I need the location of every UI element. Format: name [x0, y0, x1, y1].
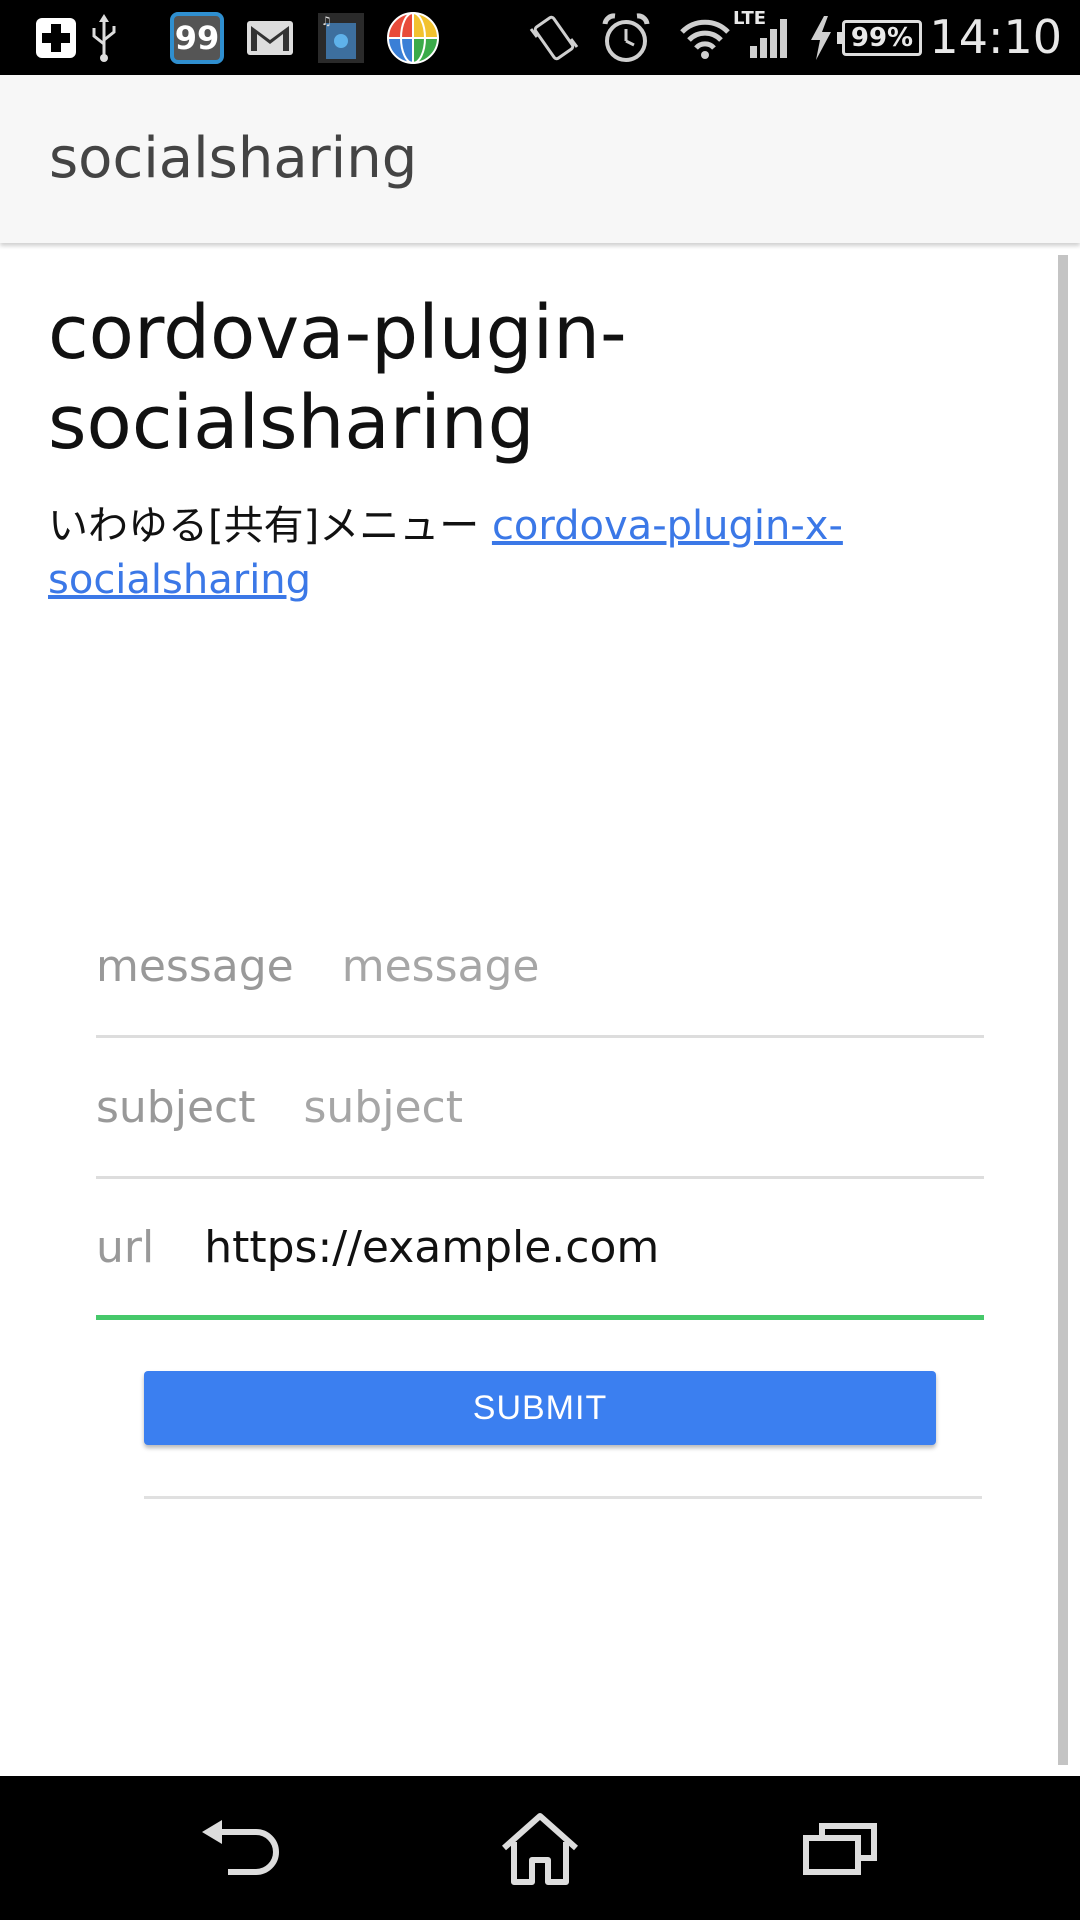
intro-paragraph: いわゆる[共有]メニュー cordova-plugin-x-socialshar… [48, 499, 928, 607]
plus-app-icon [28, 0, 84, 75]
recent-apps-icon[interactable] [790, 1798, 890, 1898]
battery-icon: 99% [837, 20, 922, 56]
url-field: url [96, 1179, 984, 1320]
home-icon[interactable] [490, 1798, 590, 1898]
message-label: message [96, 940, 294, 992]
screen: 99 ♫ LTE 99% 14:10 socialsharing cordova… [0, 0, 1080, 1920]
alarm-icon [600, 0, 652, 75]
nav-bar [0, 1776, 1080, 1920]
gmail-icon [244, 0, 296, 75]
divider [144, 1496, 982, 1499]
subject-field: subject [96, 1038, 984, 1179]
action-bar: socialsharing [0, 75, 1080, 243]
charging-icon [806, 0, 836, 75]
wifi-icon [678, 0, 732, 75]
page-heading: cordova-plugin-socialsharing [48, 290, 627, 466]
globe-app-icon [385, 0, 441, 75]
app-title: socialsharing [49, 126, 418, 191]
url-input[interactable] [204, 1221, 984, 1273]
scrollbar[interactable] [1058, 255, 1068, 1765]
svg-text:♫: ♫ [321, 14, 332, 28]
subject-input[interactable] [303, 1081, 984, 1133]
message-field: message [96, 897, 984, 1038]
signal-icon [745, 0, 795, 75]
status-time: 14:10 [929, 10, 1062, 64]
usb-icon [86, 0, 122, 75]
badge-99-icon: 99 [170, 12, 224, 64]
main-content[interactable]: cordova-plugin-socialsharing いわゆる[共有]メニュ… [0, 243, 1080, 1776]
submit-button[interactable]: SUBMIT [144, 1371, 936, 1445]
intro-text: いわゆる[共有]メニュー [48, 503, 492, 549]
twitter-music-icon: ♫ [315, 0, 367, 75]
status-bar: 99 ♫ LTE 99% 14:10 [0, 0, 1080, 75]
vibrate-icon [526, 0, 582, 75]
message-input[interactable] [341, 940, 984, 992]
url-label: url [96, 1221, 155, 1273]
back-icon[interactable] [190, 1798, 290, 1898]
subject-label: subject [96, 1081, 256, 1133]
